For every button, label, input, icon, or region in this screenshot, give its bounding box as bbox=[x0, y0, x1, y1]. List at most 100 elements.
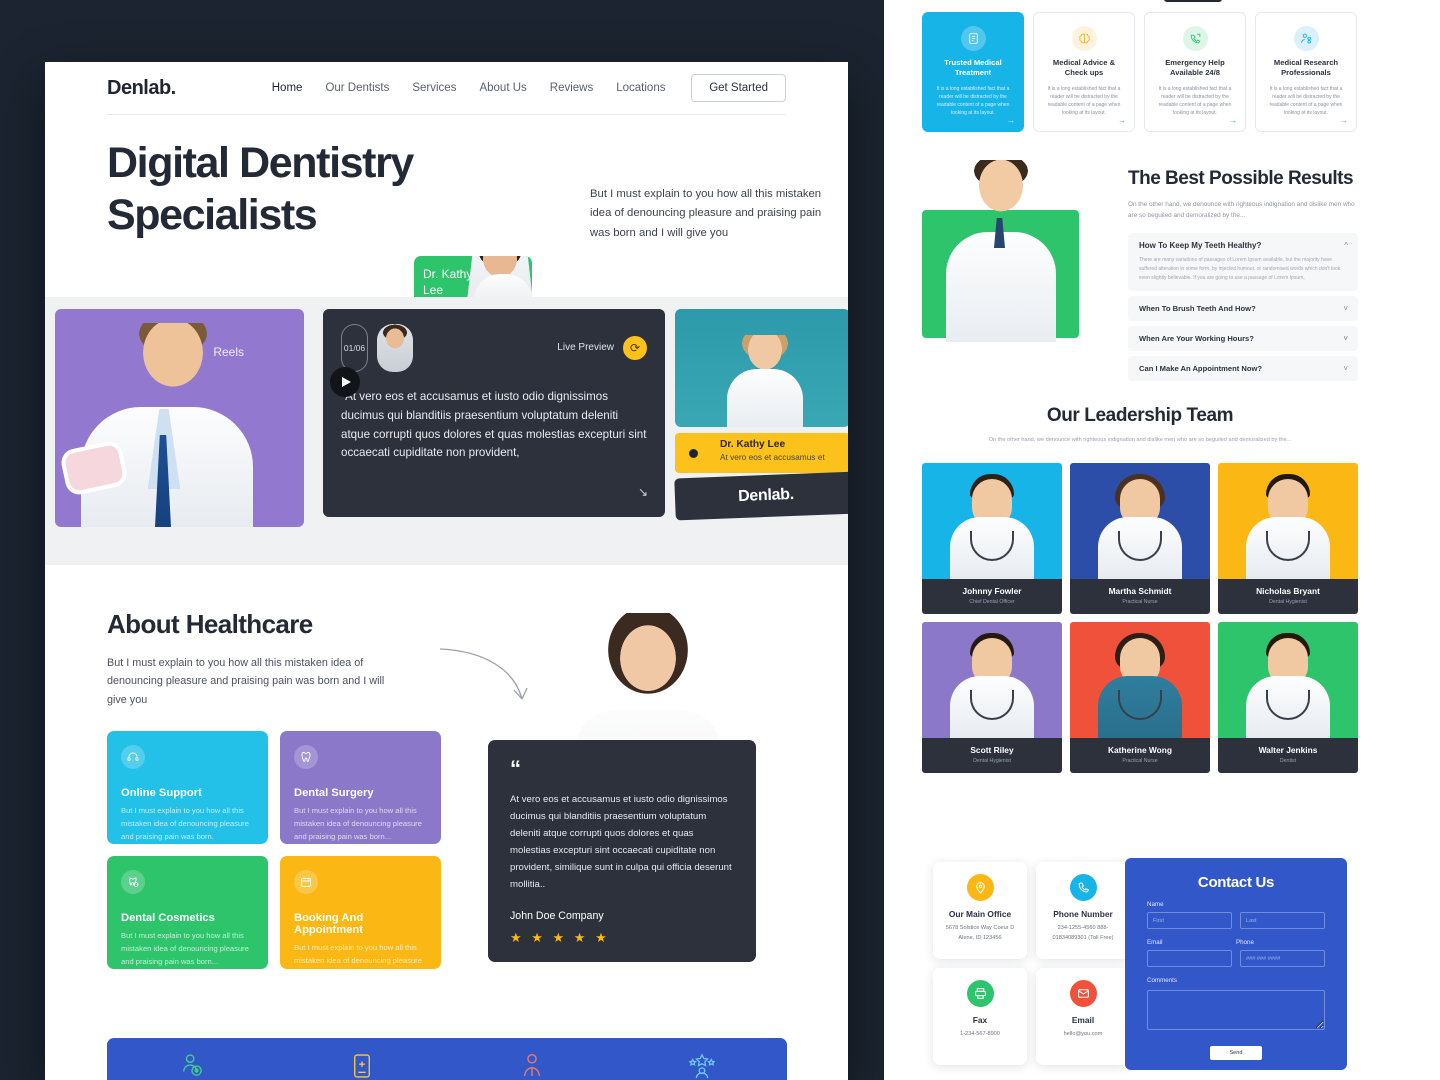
results-paragraph: On the other hand, we denounce with righ… bbox=[1128, 201, 1355, 220]
chevron-down-icon[interactable]: ˅ bbox=[1343, 334, 1348, 343]
contact-cards: Our Main Office 5678 Solstice Way Coeur … bbox=[933, 862, 1130, 1065]
feature-card-online-support[interactable]: Online Support But I must explain to you… bbox=[107, 731, 268, 845]
feature-card-dental-surgery[interactable]: Dental Surgery But I must explain to you… bbox=[280, 731, 441, 845]
band-mobile-appointment-icon bbox=[277, 1038, 447, 1080]
arrow-right-icon[interactable]: → bbox=[1229, 116, 1237, 125]
comments-label: Comments bbox=[1147, 977, 1177, 984]
first-name-input[interactable] bbox=[1147, 912, 1232, 929]
faq-question: How To Keep My Teeth Healthy? bbox=[1139, 241, 1262, 251]
brand-badge-card: Denlab. bbox=[674, 471, 848, 521]
team-member-card[interactable]: Walter Jenkins Dentist bbox=[1218, 622, 1358, 774]
service-title: Medical Research Professionals bbox=[1273, 58, 1339, 78]
service-card-emergency-help[interactable]: Emergency Help Available 24/8 It is a lo… bbox=[1144, 12, 1246, 132]
team-member-card[interactable]: Katherine Wong Practical Nurse bbox=[1070, 622, 1210, 774]
expand-corner-icon[interactable]: ↘ bbox=[638, 485, 648, 499]
phone-support-icon bbox=[1182, 26, 1208, 51]
arrow-right-icon[interactable]: → bbox=[1340, 116, 1348, 125]
hero-title: Digital Dentistry Specialists bbox=[107, 137, 537, 242]
email-label: Email bbox=[1147, 939, 1163, 946]
female-doctor-card bbox=[675, 309, 848, 427]
faq-item-3[interactable]: When Are Your Working Hours? ˅ bbox=[1128, 326, 1358, 352]
feature-desc: But I must explain to you how all this m… bbox=[121, 931, 249, 966]
team-member-card[interactable]: Scott Riley Dental Hygienist bbox=[922, 622, 1062, 774]
top-bar-fragment bbox=[1164, 0, 1222, 2]
team-member-card[interactable]: Nicholas Bryant Dental Hygienist bbox=[1218, 463, 1358, 615]
team-member-card[interactable]: Johnny Fowler Chief Dental Officer bbox=[922, 463, 1062, 615]
nav-item-our-dentists[interactable]: Our Dentists bbox=[325, 82, 389, 94]
stats-band bbox=[107, 1038, 787, 1080]
tooth-icon bbox=[294, 745, 318, 770]
email-input[interactable] bbox=[1147, 950, 1232, 967]
feature-card-booking[interactable]: Booking And Appointment But I must expla… bbox=[280, 856, 441, 978]
location-pin-icon bbox=[966, 874, 994, 901]
team-member-name: Katherine Wong bbox=[1107, 745, 1173, 756]
faq-item-4[interactable]: Can I Make An Appointment Now? ˅ bbox=[1128, 356, 1358, 382]
faq-question: Can I Make An Appointment Now? bbox=[1139, 364, 1263, 374]
about-lead: But I must explain to you how all this m… bbox=[107, 657, 385, 706]
comments-textarea[interactable] bbox=[1147, 990, 1325, 1030]
band-rating-icon bbox=[617, 1038, 787, 1080]
feature-card-dental-cosmetics[interactable]: Dental Cosmetics But I must explain to y… bbox=[107, 856, 268, 970]
feature-desc: But I must explain to you how all this m… bbox=[121, 806, 249, 841]
reels-doctor-photo bbox=[58, 323, 269, 527]
feature-title: Dental Cosmetics bbox=[121, 912, 215, 925]
chevron-down-icon[interactable]: ˅ bbox=[1343, 304, 1348, 313]
microscope-icon bbox=[1293, 26, 1319, 51]
team-member-photo bbox=[1070, 463, 1210, 580]
band-doctor-location-icon bbox=[107, 1038, 277, 1080]
team-member-role: Practical Nurse bbox=[1122, 758, 1158, 765]
service-title: Medical Advice & Check ups bbox=[1052, 58, 1116, 78]
nav-item-reviews[interactable]: Reviews bbox=[550, 82, 593, 94]
contact-card-value: 1-234-567-8900 bbox=[960, 1031, 1000, 1037]
service-desc: It is a long established fact that a rea… bbox=[1158, 85, 1232, 116]
feature-title: Online Support bbox=[121, 787, 202, 800]
reels-card[interactable]: Reels bbox=[55, 309, 304, 527]
bullet-dot-icon bbox=[689, 449, 698, 458]
get-started-button[interactable]: Get Started bbox=[691, 74, 786, 102]
service-card-trusted-medical-treatment[interactable]: Trusted Medical Treatment It is a long e… bbox=[922, 12, 1024, 132]
band-patient-icon bbox=[447, 1038, 617, 1080]
team-member-photo bbox=[922, 463, 1062, 580]
nav-item-locations[interactable]: Locations bbox=[616, 82, 665, 94]
refresh-icon[interactable]: ⟳ bbox=[623, 336, 647, 360]
chevron-up-icon[interactable]: ^ bbox=[1344, 241, 1348, 250]
team-member-card[interactable]: Martha Schmidt Practical Nurse bbox=[1070, 463, 1210, 615]
chevron-down-icon[interactable]: ˅ bbox=[1343, 364, 1348, 373]
team-member-photo bbox=[1218, 622, 1358, 739]
phone-input[interactable] bbox=[1240, 950, 1325, 967]
doctor-name-strip[interactable]: Dr. Kathy Lee At vero eos et accusamus e… bbox=[675, 433, 848, 473]
arrow-right-icon[interactable]: → bbox=[1007, 116, 1015, 125]
quote-avatar bbox=[377, 324, 413, 372]
hero-media-strip: Reels 01/06 Live Preview ⟳ "At vero eos … bbox=[45, 297, 848, 565]
contact-card-phone[interactable]: Phone Number 234-1255-4560 888-018340893… bbox=[1036, 862, 1130, 959]
send-button[interactable]: Send bbox=[1210, 1046, 1262, 1060]
service-card-medical-advice[interactable]: Medical Advice & Check ups It is a long … bbox=[1033, 12, 1135, 132]
results-doctor-photo bbox=[942, 160, 1060, 342]
team-member-role: Dentist bbox=[1279, 758, 1297, 765]
landing-page-preview: Denlab. Home Our Dentists Services About… bbox=[45, 62, 848, 1080]
brand-badge-label: Denlab. bbox=[737, 485, 795, 506]
faq-item-1[interactable]: How To Keep My Teeth Healthy? ^ There ar… bbox=[1128, 233, 1358, 292]
nav-item-services[interactable]: Services bbox=[412, 82, 456, 94]
play-button[interactable] bbox=[330, 367, 360, 397]
medical-report-icon bbox=[960, 26, 986, 51]
results-content: The Best Possible Results On the other h… bbox=[1128, 168, 1358, 386]
contact-card-title: Phone Number bbox=[1053, 909, 1113, 919]
last-name-input[interactable] bbox=[1240, 912, 1325, 929]
contact-section: Our Main Office 5678 Solstice Way Coeur … bbox=[922, 852, 1358, 1077]
team-member-name: Nicholas Bryant bbox=[1256, 586, 1320, 597]
arrow-right-icon[interactable]: → bbox=[1118, 116, 1126, 125]
contact-card-value: 234-1255-4560 888-01834089301 (Toll Free… bbox=[1052, 925, 1114, 941]
service-card-medical-research[interactable]: Medical Research Professionals It is a l… bbox=[1255, 12, 1357, 132]
nav-item-home[interactable]: Home bbox=[272, 82, 303, 94]
hero-quote-card: 01/06 Live Preview ⟳ "At vero eos et acc… bbox=[323, 309, 665, 517]
rating-stars: ★ ★ ★ ★ ★ bbox=[510, 929, 610, 945]
contact-card-fax[interactable]: Fax 1-234-567-8900 bbox=[933, 968, 1027, 1065]
team-member-role: Dental Hygienist bbox=[1269, 599, 1307, 606]
nav-item-about-us[interactable]: About Us bbox=[479, 82, 526, 94]
contact-card-email[interactable]: Email hello@you.com bbox=[1036, 968, 1130, 1065]
name-label: Name bbox=[1147, 901, 1164, 908]
site-logo[interactable]: Denlab. bbox=[107, 77, 176, 100]
faq-item-2[interactable]: When To Brush Teeth And How? ˅ bbox=[1128, 296, 1358, 322]
contact-card-main-office[interactable]: Our Main Office 5678 Solstice Way Coeur … bbox=[933, 862, 1027, 959]
